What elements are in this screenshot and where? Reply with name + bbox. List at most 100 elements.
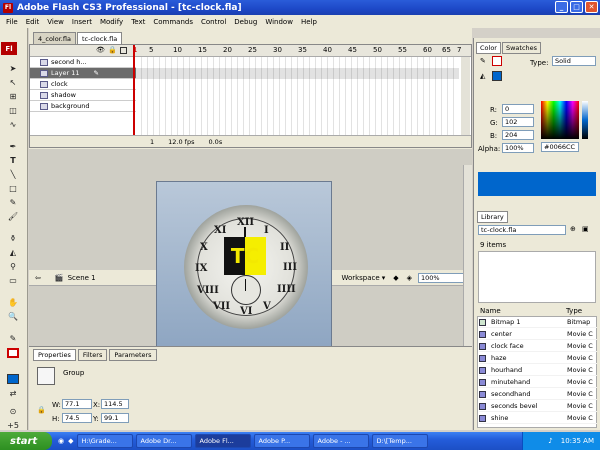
speaker-icon[interactable]: ♪ <box>548 437 552 445</box>
menu-text[interactable]: Text <box>127 18 149 26</box>
close-button[interactable]: ✕ <box>585 1 598 13</box>
fill-color-swatch[interactable] <box>7 374 19 384</box>
stroke-color-swatch[interactable] <box>7 348 19 358</box>
tc-logo-group[interactable]: TC <box>224 237 266 275</box>
name-column-header[interactable]: Name <box>480 307 501 315</box>
tab-library[interactable]: Library <box>477 211 508 223</box>
minimize-button[interactable]: _ <box>555 1 568 13</box>
lasso-tool-icon[interactable]: ∿ <box>8 119 18 129</box>
blue-field[interactable]: 204 <box>502 130 534 140</box>
start-button[interactable]: start <box>0 432 52 450</box>
alpha-field[interactable]: 100% <box>502 143 534 153</box>
task-button[interactable]: D:\[Temp... <box>371 434 428 448</box>
workspace-menu[interactable]: Workspace <box>341 274 379 282</box>
quick-launch-icon[interactable]: ◆ <box>68 437 73 445</box>
snap-to-objects-icon[interactable]: ⊙ <box>8 406 18 416</box>
pen-tool-icon[interactable]: ✒ <box>8 141 18 151</box>
edit-symbols-icon[interactable]: ◆ <box>393 274 398 282</box>
back-arrow-icon[interactable]: ⇦ <box>35 274 41 282</box>
library-item[interactable]: minutehand Movie C <box>479 377 597 388</box>
zoom-field[interactable]: 100% <box>418 272 466 283</box>
line-tool-icon[interactable]: ╲ <box>8 169 18 179</box>
task-button[interactable]: Adobe P... <box>253 434 310 448</box>
stroke-swatch[interactable] <box>492 56 502 66</box>
menu-debug[interactable]: Debug <box>230 18 261 26</box>
text-tool-icon[interactable]: T <box>8 155 18 165</box>
height-field[interactable]: 74.5 <box>62 413 92 423</box>
paint-bucket-tool-icon[interactable]: ◭ <box>8 247 18 257</box>
library-item[interactable]: Bitmap 1 Bitmap <box>479 317 597 328</box>
lock-icon[interactable]: 🔒 <box>108 46 117 54</box>
tab-filters[interactable]: Filters <box>77 349 108 361</box>
tab-color[interactable]: Color <box>476 42 501 54</box>
library-item[interactable]: clock face Movie C <box>479 341 597 352</box>
menu-file[interactable]: File <box>2 18 22 26</box>
x-field[interactable]: 114.5 <box>101 399 129 409</box>
timeline-scrollbar[interactable] <box>461 57 470 135</box>
hex-field[interactable]: #0066CC <box>541 142 579 152</box>
tab-4-color[interactable]: 4_color.fla <box>33 32 76 44</box>
selection-tool-icon[interactable]: ➤ <box>8 63 18 73</box>
library-item[interactable]: hourhand Movie C <box>479 365 597 376</box>
menu-modify[interactable]: Modify <box>96 18 127 26</box>
library-item[interactable]: shine Movie C <box>479 413 597 424</box>
maximize-button[interactable]: □ <box>570 1 583 13</box>
library-document-select[interactable]: tc-clock.fla <box>478 225 566 235</box>
tab-swatches[interactable]: Swatches <box>501 42 542 54</box>
type-column-header[interactable]: Type <box>566 307 582 315</box>
free-transform-tool-icon[interactable]: ⊞ <box>8 91 18 101</box>
library-item[interactable]: haze Movie C <box>479 353 597 364</box>
menu-view[interactable]: View <box>43 18 68 26</box>
library-item[interactable]: seconds bevel Movie C <box>479 401 597 412</box>
stroke-color-icon[interactable]: ✎ <box>480 57 486 65</box>
menu-commands[interactable]: Commands <box>149 18 197 26</box>
tab-tc-clock[interactable]: tc-clock.fla <box>76 32 123 44</box>
menu-window[interactable]: Window <box>261 18 297 26</box>
task-button[interactable]: H:\Grade... <box>76 434 133 448</box>
eye-icon[interactable]: 👁 <box>96 46 105 54</box>
stage-vertical-scrollbar[interactable] <box>463 165 472 366</box>
zoom-tool-icon[interactable]: 🔍 <box>8 311 18 321</box>
gradient-transform-tool-icon[interactable]: ◫ <box>8 105 18 115</box>
layer-row-clock[interactable]: clock <box>30 79 136 90</box>
y-field[interactable]: 99.1 <box>101 413 129 423</box>
stage-canvas[interactable]: XII I II III IIII V VI VII VIII IX X XI … <box>156 181 332 361</box>
subselection-tool-icon[interactable]: ↖ <box>8 77 18 87</box>
hand-tool-icon[interactable]: ✋ <box>8 297 18 307</box>
type-select[interactable]: Solid <box>552 56 596 66</box>
pencil-tool-icon[interactable]: ✎ <box>8 197 18 207</box>
eraser-tool-icon[interactable]: ▭ <box>8 275 18 285</box>
brush-tool-icon[interactable]: 🖌 <box>8 211 18 221</box>
new-library-icon[interactable]: ▣ <box>582 225 589 233</box>
red-field[interactable]: 0 <box>502 104 534 114</box>
layer-row-shadow[interactable]: shadow <box>30 90 136 101</box>
scene-name[interactable]: Scene 1 <box>68 274 96 282</box>
menu-control[interactable]: Control <box>197 18 230 26</box>
playhead[interactable] <box>133 45 135 141</box>
task-button[interactable]: Adobe Dr... <box>135 434 192 448</box>
eyedropper-tool-icon[interactable]: ⚲ <box>8 261 18 271</box>
library-item[interactable]: secondhand Movie C <box>479 389 597 400</box>
color-spectrum-picker[interactable] <box>541 101 579 139</box>
menu-edit[interactable]: Edit <box>22 18 44 26</box>
task-button[interactable]: Adobe - ... <box>312 434 369 448</box>
tab-parameters[interactable]: Parameters <box>109 349 157 361</box>
layer-row-background[interactable]: background <box>30 101 136 112</box>
menu-help[interactable]: Help <box>297 18 321 26</box>
rectangle-tool-icon[interactable]: □ <box>8 183 18 193</box>
lock-ratio-icon[interactable]: 🔒 <box>37 406 46 414</box>
layer-row-second-hand[interactable]: second h... <box>30 57 136 68</box>
smooth-icon[interactable]: +5 <box>7 420 19 430</box>
outline-icon[interactable] <box>120 47 127 54</box>
edit-scene-icon[interactable]: ◈ <box>407 274 412 282</box>
pin-library-icon[interactable]: ⊕ <box>570 225 576 233</box>
green-field[interactable]: 102 <box>502 117 534 127</box>
fill-bucket-icon[interactable]: ◭ <box>480 72 485 80</box>
swap-colors-icon[interactable]: ⇄ <box>8 388 18 398</box>
menu-insert[interactable]: Insert <box>68 18 96 26</box>
task-button-active[interactable]: Adobe Fl... <box>194 434 251 448</box>
layer-row-layer-11[interactable]: Layer 11 ✎ <box>30 68 136 79</box>
ink-bottle-tool-icon[interactable]: ⚱ <box>8 233 18 243</box>
stroke-color-icon[interactable]: ✎ <box>8 333 18 343</box>
quick-launch-icon[interactable]: ◉ <box>58 437 64 445</box>
